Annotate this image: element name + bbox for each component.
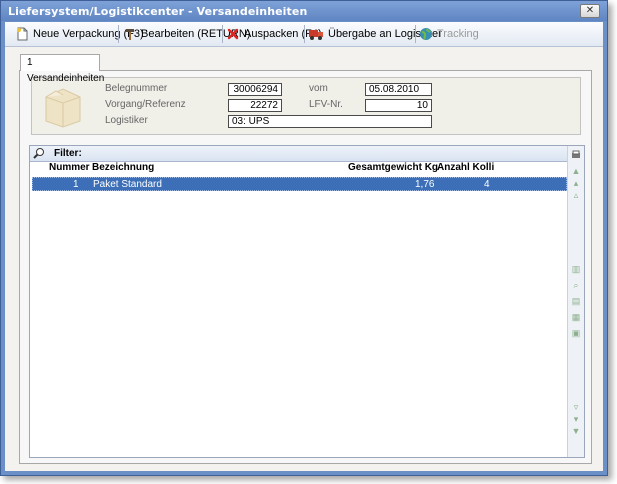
document-info-box: Belegnummer 30006294 vom 05.08.2010 Vorg… xyxy=(31,77,581,135)
grid-side-toolbar: ▲ ▴ ▵ ▥ ⌕ ▤ ▦ ▣ ▿ ▾ ▼ xyxy=(567,146,584,457)
close-icon: ✕ xyxy=(585,5,595,16)
next-row-icon[interactable]: ▿ xyxy=(571,402,581,412)
tracking-label: Tracking xyxy=(437,28,479,40)
belegnummer-field[interactable]: 30006294 xyxy=(228,83,282,96)
search-icon xyxy=(33,147,45,162)
hammer-icon xyxy=(123,27,137,41)
versandeinheiten-grid: Filter: Nummer Bezeichnung Gesamtgewicht… xyxy=(29,145,585,458)
toolbar-separator xyxy=(415,25,416,43)
last-row-icon[interactable]: ▼ xyxy=(571,426,581,436)
lfv-field[interactable]: 10 xyxy=(365,99,432,112)
tab-versandeinheiten[interactable]: 1 Versandeinheiten xyxy=(20,54,104,84)
title-bar[interactable]: Liefersystem/Logistikcenter - Versandein… xyxy=(1,1,607,21)
filter-label: Filter: xyxy=(54,148,82,159)
package-box-icon xyxy=(42,83,84,132)
new-document-icon xyxy=(15,27,29,41)
vorgang-field[interactable]: 22272 xyxy=(228,99,282,112)
zoom-icon[interactable]: ⌕ xyxy=(571,280,581,290)
sum-icon[interactable]: ▤ xyxy=(571,296,581,306)
page-down-icon[interactable]: ▾ xyxy=(571,414,581,424)
tracking-button[interactable]: Tracking xyxy=(419,26,479,42)
vom-label: vom xyxy=(309,83,328,94)
filter-column-icon[interactable]: ▦ xyxy=(571,312,581,322)
table-row[interactable]: 1 Paket Standard 1,76 4 xyxy=(32,177,567,191)
grid-header: Nummer Bezeichnung Gesamtgewicht Kg Anza… xyxy=(30,161,568,176)
filter-bar[interactable]: Filter: xyxy=(30,146,568,162)
logistiker-field[interactable]: 03: UPS xyxy=(228,115,432,128)
print-icon[interactable] xyxy=(571,150,581,160)
toolbar: Neue Verpackung (F3) Bearbeiten (RETURN)… xyxy=(5,22,603,47)
globe-icon xyxy=(419,27,433,41)
previous-row-icon[interactable]: ▵ xyxy=(571,190,581,200)
vom-field[interactable]: 05.08.2010 xyxy=(365,83,432,96)
belegnummer-label: Belegnummer xyxy=(105,83,168,94)
red-x-icon xyxy=(226,27,240,41)
tab-panel: Belegnummer 30006294 vom 05.08.2010 Vorg… xyxy=(19,70,592,464)
window-title: Liefersystem/Logistikcenter - Versandein… xyxy=(8,5,308,18)
export-icon[interactable]: ▣ xyxy=(571,328,581,338)
vorgang-label: Vorgang/Referenz xyxy=(105,99,186,110)
columns-icon[interactable]: ▥ xyxy=(571,264,581,274)
column-header-bezeichnung[interactable]: Bezeichnung xyxy=(92,162,154,173)
column-header-gesamtgewicht[interactable]: Gesamtgewicht Kg xyxy=(348,162,438,173)
cell-bezeichnung: Paket Standard xyxy=(93,179,162,190)
client-area: 1 Versandeinheiten Belegnummer 30006294 … xyxy=(5,47,603,471)
cell-gesamtgewicht: 1,76 xyxy=(415,179,435,190)
cell-anzahl-kolli: 4 xyxy=(484,179,490,190)
toolbar-separator xyxy=(222,25,223,43)
close-button[interactable]: ✕ xyxy=(580,4,600,18)
lfv-label: LFV-Nr. xyxy=(309,99,343,110)
cell-nummer: 1 xyxy=(73,179,79,190)
logistiker-label: Logistiker xyxy=(105,115,148,126)
toolbar-separator xyxy=(118,25,119,43)
truck-icon xyxy=(308,27,324,41)
app-window: Liefersystem/Logistikcenter - Versandein… xyxy=(0,0,608,476)
column-header-nummer[interactable]: Nummer xyxy=(49,162,90,173)
page-up-icon[interactable]: ▴ xyxy=(571,178,581,188)
first-row-icon[interactable]: ▲ xyxy=(571,166,581,176)
toolbar-separator xyxy=(304,25,305,43)
column-header-anzahl-kolli[interactable]: Anzahl Kolli xyxy=(437,162,494,173)
